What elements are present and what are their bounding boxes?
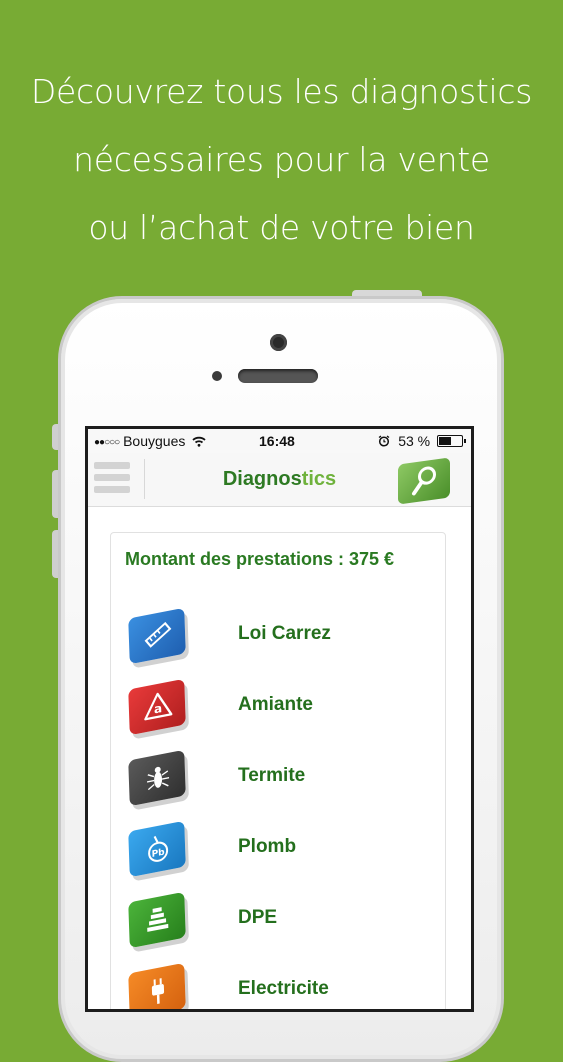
loi-carrez-tile <box>128 607 186 665</box>
termite-tile <box>128 749 186 807</box>
list-item-termite[interactable]: Termite <box>128 749 429 815</box>
list-item-label: Amiante <box>238 694 313 715</box>
promo-line-3: ou l’achat de votre bien <box>88 208 475 247</box>
promo-line-1: Découvrez tous les diagnostics <box>30 72 533 111</box>
list-item-dpe[interactable]: DPE <box>128 891 429 957</box>
list-item-label: Plomb <box>238 836 297 857</box>
asbestos-warning-icon: a <box>144 692 173 721</box>
promo-line-2: nécessaires pour la vente <box>73 140 490 179</box>
search-button[interactable] <box>398 457 450 505</box>
promo-headline: Découvrez tous les diagnostics nécessair… <box>0 58 563 262</box>
battery-tip <box>464 439 466 443</box>
energy-rating-icon <box>147 907 169 932</box>
dpe-tile <box>128 891 186 949</box>
services-total: Montant des prestations : 375 € <box>125 549 395 569</box>
svg-text:a: a <box>154 701 163 716</box>
proximity-sensor <box>212 371 222 381</box>
list-item-electricite[interactable]: Electricite <box>128 962 429 1009</box>
status-time: 16:48 <box>259 433 295 449</box>
list-item-label: Loi Carrez <box>238 623 331 644</box>
front-camera <box>270 334 287 351</box>
electric-plug-icon <box>151 978 165 1004</box>
diagnostics-card: Montant des prestations : 375 € Loi Carr… <box>110 532 446 1009</box>
battery-fill <box>439 437 451 445</box>
page-title-main: Diagnos <box>222 468 302 490</box>
page-title-tail: tics <box>301 468 337 490</box>
ruler-icon <box>144 621 172 648</box>
status-left: ●●○○○ Bouygues <box>94 429 206 455</box>
amiante-tile: a <box>128 678 186 736</box>
electricite-tile <box>128 962 186 1009</box>
app-navbar: Diagnostics <box>88 453 471 507</box>
lead-pb-icon: Pb <box>148 835 169 862</box>
termite-icon <box>147 766 170 791</box>
list-item-plomb[interactable]: Pb Plomb <box>128 820 429 886</box>
status-bar: ●●○○○ Bouygues 16:48 53 % <box>88 429 471 453</box>
status-right: 53 % <box>378 429 466 453</box>
list-item-label: DPE <box>238 907 278 928</box>
list-item-label: Electricite <box>238 978 329 999</box>
phone-screen: ●●○○○ Bouygues 16:48 53 % Diagnostics Mo… <box>85 426 474 1012</box>
list-item-amiante[interactable]: a Amiante <box>128 678 429 744</box>
signal-strength-icon: ●●○○○ <box>94 437 120 448</box>
wifi-icon <box>192 436 206 447</box>
battery-percentage: 53 % <box>398 433 431 449</box>
list-item-label: Termite <box>238 765 306 786</box>
alarm-icon <box>378 435 390 447</box>
battery-icon <box>437 435 466 447</box>
earpiece-speaker <box>238 369 318 383</box>
magnifier-icon <box>412 466 436 496</box>
list-item-loi-carrez[interactable]: Loi Carrez <box>128 607 429 673</box>
plomb-tile: Pb <box>128 820 186 878</box>
carrier-name: Bouygues <box>123 433 186 449</box>
